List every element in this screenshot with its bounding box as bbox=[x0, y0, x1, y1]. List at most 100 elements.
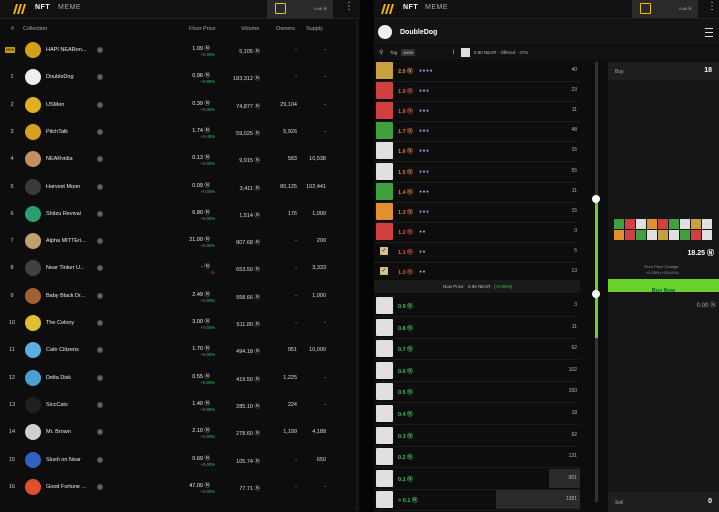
info-icon[interactable]: i bbox=[97, 183, 103, 190]
ask-row[interactable]: 1.7 Ⓝ ●●● 48 bbox=[374, 120, 580, 143]
collection-name[interactable]: Cafe Citizens bbox=[46, 347, 79, 353]
collection-row[interactable]: NEW HAPI NEARon... i 1.09 Ⓝ +0.00% 5,105 Ⓝ - - bbox=[0, 37, 360, 64]
ask-row[interactable]: 1.8 Ⓝ ●●● 11 bbox=[374, 100, 580, 123]
selected-nft-thumb[interactable] bbox=[669, 219, 679, 229]
selected-nft-thumb[interactable] bbox=[658, 219, 668, 229]
filter-icon[interactable]: ⚲ bbox=[379, 49, 383, 56]
bid-row[interactable]: > 0.1 Ⓝ 1381 bbox=[374, 489, 580, 512]
info-icon[interactable]: i bbox=[97, 128, 103, 135]
quantity-slider[interactable] bbox=[590, 62, 604, 502]
collection-row[interactable]: 6 Shitzu Revival i 6.80 Ⓝ +0.00% 1,514 Ⓝ 176 1,… bbox=[0, 201, 360, 228]
info-icon[interactable]: i bbox=[97, 210, 103, 217]
bid-row[interactable]: 0.8 Ⓝ 11 bbox=[374, 317, 580, 339]
selected-nft-thumb[interactable] bbox=[680, 219, 690, 229]
collection-row[interactable]: 7 Alpha MITTEri... i 21.00 Ⓝ +0.00% 807.68 Ⓝ -… bbox=[0, 228, 360, 255]
slider-handle-top[interactable] bbox=[592, 195, 600, 203]
info-icon[interactable]: i bbox=[97, 429, 103, 436]
info-icon[interactable]: i bbox=[97, 238, 103, 245]
ask-row[interactable]: ✓ 1.1 Ⓝ ●● 5 bbox=[374, 241, 580, 263]
ask-row[interactable]: 1.3 Ⓝ ●●● 15 bbox=[374, 201, 580, 223]
selected-nft-thumb[interactable] bbox=[636, 219, 646, 229]
ask-row[interactable]: 1.2 Ⓝ ●● 0 bbox=[374, 221, 580, 243]
bid-row[interactable]: 0.4 Ⓝ 18 bbox=[374, 403, 580, 425]
selected-nft-thumb[interactable] bbox=[647, 230, 657, 240]
info-icon[interactable]: i bbox=[97, 374, 103, 381]
filter-percent[interactable]: 100% bbox=[401, 49, 416, 56]
hamburger-menu-icon[interactable] bbox=[705, 28, 713, 37]
checked-icon[interactable]: ✓ bbox=[380, 267, 388, 275]
buy-now-button[interactable]: Buy Now bbox=[608, 279, 719, 294]
ask-row[interactable]: 2.0 Ⓝ ●●●● 40 bbox=[374, 60, 580, 82]
filter-tag[interactable]: Tag bbox=[390, 50, 397, 55]
collection-row[interactable]: 16 Good Fortune ... i 47.00 Ⓝ +0.00% 77.71 Ⓝ -… bbox=[0, 474, 360, 501]
collection-name[interactable]: Slush on Near bbox=[46, 457, 81, 463]
collection-row[interactable]: 3 PitchTalk i 1.74 Ⓝ +5.45% 59,025 Ⓝ 5,926 - bbox=[0, 119, 360, 146]
info-icon[interactable]: i bbox=[97, 265, 103, 272]
collection-row[interactable]: 2 USMen i 0.39 Ⓝ +0.00% 74,877 Ⓝ 29,104 - bbox=[0, 92, 360, 119]
collection-name[interactable]: HAPI NEARon... bbox=[46, 47, 86, 53]
collection-name[interactable]: Shitzu Revival bbox=[46, 211, 81, 217]
header-supply[interactable]: Supply bbox=[306, 26, 323, 32]
header-owners[interactable]: Owners bbox=[276, 26, 295, 32]
selected-nft-thumb[interactable] bbox=[680, 230, 690, 240]
wallet-button[interactable]: 0.46 Ⓝ bbox=[267, 0, 333, 18]
collection-name[interactable]: Good Fortune ... bbox=[46, 484, 86, 490]
selected-nft-thumb[interactable] bbox=[636, 230, 646, 240]
more-menu-icon[interactable]: ⋮ bbox=[707, 2, 717, 12]
info-icon[interactable]: i bbox=[97, 483, 103, 490]
info-icon[interactable]: i bbox=[97, 401, 103, 408]
info-icon[interactable]: i bbox=[97, 292, 103, 299]
collection-name[interactable]: DoubleDog bbox=[46, 74, 74, 80]
info-icon[interactable]: i bbox=[97, 47, 103, 53]
selected-nft-thumb[interactable] bbox=[625, 219, 635, 229]
collection-row[interactable]: 11 Cafe Citizens i 1.70 Ⓝ +0.00% 494.18 Ⓝ 951 1… bbox=[0, 337, 360, 364]
tab-nft[interactable]: NFT bbox=[403, 4, 418, 11]
selected-nft-thumb[interactable] bbox=[702, 230, 712, 240]
selected-nft-thumb[interactable] bbox=[647, 219, 657, 229]
collection-row[interactable]: 9 Baby Black Dr... i 2.49 Ⓝ +0.00% 558.66 Ⓝ - 1… bbox=[0, 283, 360, 310]
tab-nft[interactable]: NFT bbox=[35, 4, 50, 11]
collection-name[interactable]: Delta Disk bbox=[46, 375, 71, 381]
selected-nft-thumb[interactable] bbox=[658, 230, 668, 240]
collection-name[interactable]: SiccCats bbox=[46, 402, 68, 408]
collection-name[interactable]: Baby Black Dr... bbox=[46, 293, 85, 299]
info-icon[interactable]: i bbox=[97, 101, 103, 108]
header-volume[interactable]: Volume bbox=[241, 26, 259, 32]
collection-name[interactable]: USMen bbox=[46, 102, 64, 108]
collection-row[interactable]: 15 Slush on Near i 0.69 Ⓝ +0.00% 105.74 Ⓝ - 650 bbox=[0, 447, 360, 474]
bid-row[interactable]: 0.6 Ⓝ 102 bbox=[374, 360, 580, 382]
collection-name[interactable]: The Colony bbox=[46, 320, 74, 326]
bid-row[interactable]: 0.1 Ⓝ 901 bbox=[374, 468, 580, 490]
selected-nft-thumb[interactable] bbox=[691, 230, 701, 240]
collection-row[interactable]: 14 Mr. Brown i 2.10 Ⓝ +0.00% 278.60 Ⓝ 1,199 4,1… bbox=[0, 419, 360, 446]
ask-row[interactable]: 1.4 Ⓝ ●●● 11 bbox=[374, 181, 580, 203]
tab-meme[interactable]: MEME bbox=[425, 4, 448, 11]
collection-name[interactable]: Alpha MITTEri... bbox=[46, 238, 86, 244]
collection-row[interactable]: 13 SiccCats i 1.40 Ⓝ +0.00% 285.10 Ⓝ 224 - bbox=[0, 392, 360, 419]
more-menu-icon[interactable]: ⋮ bbox=[344, 2, 354, 12]
wallet-button[interactable]: 0.46 Ⓝ bbox=[632, 0, 698, 18]
info-icon[interactable]: i bbox=[97, 320, 103, 326]
info-icon[interactable]: i bbox=[97, 347, 103, 354]
selected-nft-thumb[interactable] bbox=[702, 219, 712, 229]
collection-name[interactable]: Near Tinker U... bbox=[46, 265, 85, 271]
collection-row[interactable]: 1 DoubleDog i 0.96 Ⓝ +0.00% 183,312 Ⓝ - - bbox=[0, 64, 360, 91]
selected-nft-thumb[interactable] bbox=[691, 219, 701, 229]
collection-row[interactable]: 4 NEARvidia i 0.13 Ⓝ +0.00% 9,915 Ⓝ 583 10,538 bbox=[0, 146, 360, 173]
collection-name[interactable]: Harvest Moon bbox=[46, 184, 80, 190]
collection-name[interactable]: Mr. Brown bbox=[46, 429, 71, 435]
selected-nft-thumb[interactable] bbox=[614, 219, 624, 229]
info-icon[interactable]: i bbox=[97, 74, 103, 81]
checked-icon[interactable]: ✓ bbox=[380, 246, 388, 255]
ask-row[interactable]: 1.6 Ⓝ ●●● 15 bbox=[374, 140, 580, 163]
bid-row[interactable]: 0.7 Ⓝ 62 bbox=[374, 338, 580, 361]
collection-name[interactable]: PitchTalk bbox=[46, 129, 68, 135]
info-icon[interactable]: i bbox=[97, 156, 103, 163]
slider-handle-bottom[interactable] bbox=[592, 290, 600, 298]
selected-nft-thumb[interactable] bbox=[614, 230, 624, 240]
collection-row[interactable]: 12 Delta Disk i 0.55 Ⓝ +0.00% 419.50 Ⓝ 1,225 - bbox=[0, 365, 360, 392]
collection-name[interactable]: NEARvidia bbox=[46, 156, 73, 162]
bid-row[interactable]: 0.3 Ⓝ 62 bbox=[374, 425, 580, 447]
bid-row[interactable]: 0.5 Ⓝ 150 bbox=[374, 381, 580, 404]
bid-row[interactable]: 0.9 Ⓝ 3 bbox=[374, 295, 580, 317]
